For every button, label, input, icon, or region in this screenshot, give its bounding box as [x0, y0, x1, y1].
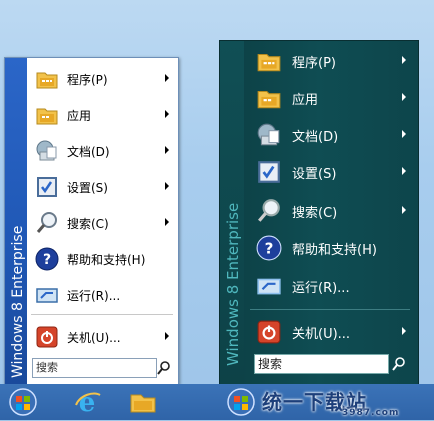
help-icon: ? — [35, 247, 59, 271]
submenu-arrow-icon — [402, 206, 406, 214]
submenu-arrow-icon — [165, 146, 169, 154]
menu-item-label: 运行(R)... — [67, 288, 121, 303]
watermark: 统一下载站 3987.com — [262, 386, 434, 418]
submenu-arrow-icon — [402, 327, 406, 335]
menu-item-apps[interactable]: 应用 — [29, 98, 175, 132]
menu-item-label: 应用 — [292, 92, 319, 108]
menu-item-search[interactable]: 搜索(C) — [29, 206, 175, 240]
menu-item-settings[interactable]: 设置(S) — [29, 170, 175, 204]
menu-item-run[interactable]: 运行(R)... — [29, 278, 175, 312]
submenu-arrow-icon — [402, 167, 406, 175]
submenu-arrow-icon — [165, 74, 169, 82]
menu-item-label: 程序(P) — [292, 55, 336, 71]
svg-text:?: ? — [265, 239, 274, 257]
menu-separator — [250, 309, 410, 310]
menu-item-label: 搜索(C) — [67, 216, 109, 231]
menu-item-help[interactable]: ? 帮助和支持(H) — [250, 229, 414, 267]
start-menu-dark-teal: Windows 8 Enterprise 程序(P) 应用 文档(D) 设置(S… — [219, 40, 419, 385]
apps-folder-icon — [256, 85, 282, 111]
svg-text:e: e — [79, 388, 96, 417]
apps-folder-icon — [35, 103, 59, 127]
menu-item-label: 文档(D) — [292, 129, 339, 145]
menu-item-programs[interactable]: 程序(P) — [29, 62, 175, 96]
menu-item-programs[interactable]: 程序(P) — [250, 42, 414, 80]
run-icon — [35, 283, 59, 307]
menu-item-search[interactable]: 搜索(C) — [250, 192, 414, 230]
menu-item-label: 文档(D) — [67, 144, 110, 159]
menu-item-label: 程序(P) — [67, 72, 108, 87]
search-magnifier-icon — [35, 211, 59, 235]
search-input[interactable]: 搜索 — [32, 358, 157, 378]
menu-item-label: 设置(S) — [292, 166, 337, 182]
search-input[interactable]: 搜索 — [254, 354, 389, 374]
menu-separator — [31, 314, 173, 315]
submenu-arrow-icon — [165, 218, 169, 226]
menu-item-documents[interactable]: 文档(D) — [29, 134, 175, 168]
menu-item-shutdown[interactable]: 关机(U)... — [250, 313, 414, 351]
watermark-subtext: 3987.com — [342, 408, 400, 418]
search-magnifier-icon — [256, 198, 282, 224]
submenu-arrow-icon — [165, 182, 169, 190]
menu-item-shutdown[interactable]: 关机(U)... — [29, 320, 175, 354]
os-banner-text: Windows 8 Enterprise — [10, 225, 26, 378]
submenu-arrow-icon — [402, 130, 406, 138]
start-menu-classic-light: Windows 8 Enterprise 程序(P) 应用 文档(D) 设置(S… — [4, 57, 179, 385]
programs-folder-icon — [256, 48, 282, 74]
submenu-arrow-icon — [165, 110, 169, 118]
menu-item-label: 帮助和支持(H) — [67, 252, 146, 267]
help-icon: ? — [256, 235, 282, 261]
file-explorer-icon[interactable] — [128, 387, 158, 417]
menu-item-apps[interactable]: 应用 — [250, 79, 414, 117]
menu-item-label: 关机(U)... — [292, 326, 351, 342]
programs-folder-icon — [35, 67, 59, 91]
menu-item-label: 应用 — [67, 108, 92, 123]
shutdown-icon — [256, 319, 282, 345]
internet-explorer-icon[interactable]: e — [72, 387, 102, 418]
documents-icon — [35, 139, 59, 163]
menu-item-label: 运行(R)... — [292, 280, 350, 296]
documents-icon — [256, 122, 282, 148]
submenu-arrow-icon — [402, 56, 406, 64]
settings-icon — [35, 175, 59, 199]
svg-text:?: ? — [43, 252, 51, 268]
search-icon[interactable] — [157, 360, 171, 375]
os-banner: Windows 8 Enterprise — [220, 41, 244, 384]
start-orb-icon[interactable] — [8, 387, 38, 417]
search-icon[interactable] — [392, 356, 406, 371]
menu-item-label: 帮助和支持(H) — [292, 242, 377, 258]
menu-item-settings[interactable]: 设置(S) — [250, 153, 414, 191]
submenu-arrow-icon — [165, 332, 169, 340]
menu-item-documents[interactable]: 文档(D) — [250, 116, 414, 154]
settings-icon — [256, 159, 282, 185]
submenu-arrow-icon — [402, 93, 406, 101]
menu-item-run[interactable]: 运行(R)... — [250, 267, 414, 305]
os-banner: Windows 8 Enterprise — [5, 58, 27, 384]
shutdown-icon — [35, 325, 59, 349]
os-banner-text: Windows 8 Enterprise — [224, 202, 242, 366]
run-icon — [256, 273, 282, 299]
menu-item-help[interactable]: ? 帮助和支持(H) — [29, 242, 175, 276]
menu-item-label: 搜索(C) — [292, 205, 338, 221]
menu-item-label: 设置(S) — [67, 180, 108, 195]
menu-item-label: 关机(U)... — [67, 330, 121, 345]
start-orb-icon[interactable] — [226, 387, 256, 417]
